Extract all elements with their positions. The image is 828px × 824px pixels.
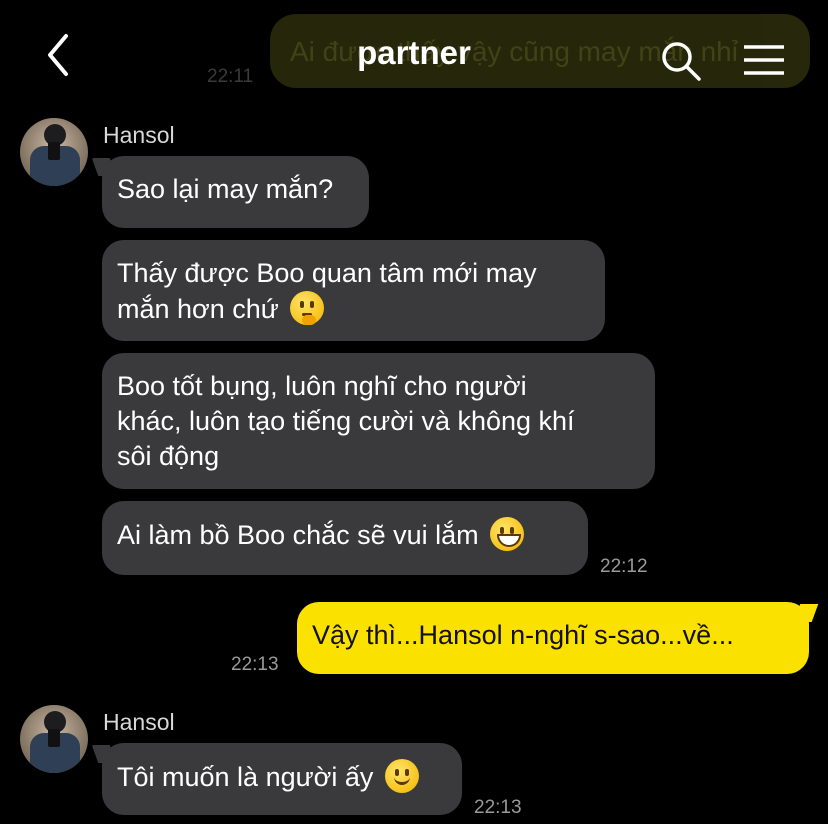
outgoing-message-bubble[interactable]: Vậy thì...Hansol n-nghĩ s-sao...về... [297, 602, 809, 674]
message-text: sôi động [117, 441, 220, 471]
message-time: 22:13 [474, 797, 522, 818]
message-bubble[interactable]: Thấy được Boo quan tâm mới may mắn hơn c… [102, 240, 605, 341]
grinning-face-icon [490, 517, 525, 551]
message-text: mắn hơn chứ [117, 294, 279, 324]
avatar[interactable] [20, 705, 88, 773]
message-text: Vậy thì...Hansol n-nghĩ s-sao...về... [312, 620, 734, 650]
message-text: Boo tốt bụng, luôn nghĩ cho người [117, 371, 527, 401]
chat-title: partner [357, 34, 471, 71]
message-text: Thấy được Boo quan tâm mới may [117, 258, 537, 288]
message-text: Sao lại may mắn? [117, 174, 334, 204]
message-bubble[interactable]: Tôi muốn là người ấy [102, 743, 462, 815]
message-bubble[interactable]: Sao lại may mắn? [102, 156, 369, 228]
message-text: Tôi muốn là người ấy [117, 762, 374, 792]
message-bubble[interactable]: Ai làm bồ Boo chắc sẽ vui lắm [102, 501, 588, 575]
sender-name: Hansol [103, 122, 175, 148]
avatar[interactable] [20, 118, 88, 186]
search-button[interactable] [660, 40, 702, 82]
sender-name: Hansol [103, 709, 175, 735]
message-text: Ai làm bồ Boo chắc sẽ vui lắm [117, 520, 479, 550]
thinking-face-icon [290, 291, 325, 325]
menu-button[interactable] [742, 44, 786, 76]
message-time: 22:12 [600, 556, 648, 577]
slightly-smiling-face-icon [384, 759, 419, 793]
message-text: khác, luôn tạo tiếng cười và không khí [117, 406, 575, 436]
search-icon [662, 42, 701, 81]
message-time: 22:13 [231, 654, 279, 675]
hamburger-menu-icon [744, 45, 784, 75]
message-bubble[interactable]: Boo tốt bụng, luôn nghĩ cho người khác, … [102, 353, 655, 489]
